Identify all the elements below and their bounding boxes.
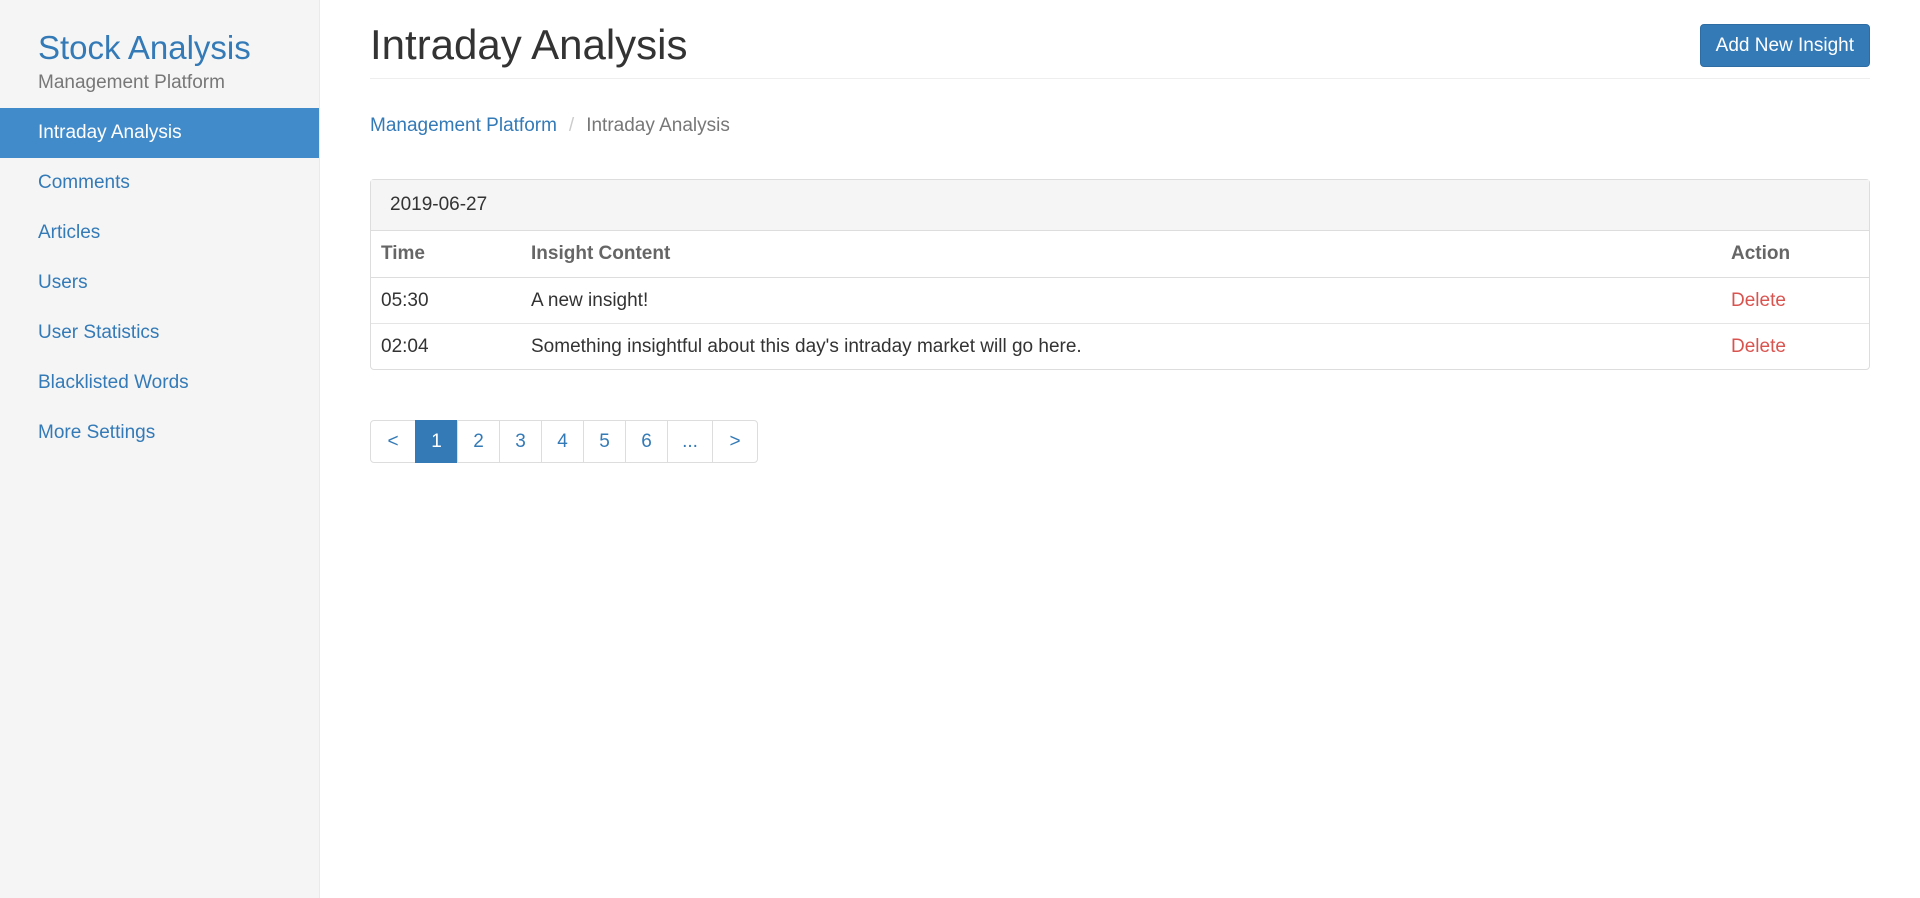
page-title: Intraday Analysis [370, 21, 688, 68]
pagination-page-4[interactable]: 4 [541, 420, 584, 463]
pagination-page-6[interactable]: 6 [625, 420, 668, 463]
cell-time: 05:30 [381, 289, 429, 311]
sidebar-item-articles[interactable]: Articles [0, 208, 319, 258]
sidebar-nav: Intraday Analysis Comments Articles User… [0, 108, 319, 458]
cell-action: Delete [1721, 278, 1869, 324]
pagination-next-button[interactable]: > [712, 420, 758, 463]
cell-insight-content: Something insightful about this day's in… [521, 323, 1721, 369]
sidebar-item-more-settings[interactable]: More Settings [0, 408, 319, 458]
sidebar-item-comments[interactable]: Comments [0, 158, 319, 208]
delete-link[interactable]: Delete [1731, 336, 1786, 357]
sidebar-item-users[interactable]: Users [0, 258, 319, 308]
sidebar: Stock Analysis Management Platform Intra… [0, 0, 320, 898]
cell-action: Delete [1721, 323, 1869, 369]
add-new-insight-button[interactable]: Add New Insight [1699, 24, 1870, 67]
main-content: Intraday Analysis Add New Insight Manage… [370, 0, 1870, 463]
pagination-prev-button[interactable]: < [370, 420, 416, 463]
page-header: Intraday Analysis Add New Insight [370, 0, 1870, 79]
column-header-time: Time [371, 231, 521, 278]
column-header-insight-content: Insight Content [521, 231, 1721, 278]
brand-title[interactable]: Stock Analysis [38, 28, 319, 68]
breadcrumb-current: Intraday Analysis [586, 115, 730, 136]
breadcrumb: Management Platform / Intraday Analysis [370, 113, 1870, 139]
pagination: < 1 2 3 4 5 6 ... > [370, 420, 1870, 463]
sidebar-item-blacklisted-words[interactable]: Blacklisted Words [0, 358, 319, 408]
column-header-action: Action [1721, 231, 1869, 278]
pagination-page-2[interactable]: 2 [457, 420, 500, 463]
table-row: 02:04 Something insightful about this da… [371, 323, 1869, 369]
delete-link[interactable]: Delete [1731, 290, 1786, 311]
brand-subtitle: Management Platform [38, 72, 225, 93]
brand: Stock Analysis Management Platform [0, 0, 319, 108]
panel-date-heading: 2019-06-27 [371, 180, 1869, 231]
cell-insight-content: A new insight! [531, 289, 649, 311]
breadcrumb-separator: / [568, 115, 575, 136]
insights-table: Time Insight Content Action 05:30 A new … [371, 231, 1869, 369]
breadcrumb-parent-link[interactable]: Management Platform [370, 115, 557, 136]
pagination-page-5[interactable]: 5 [583, 420, 626, 463]
pagination-ellipsis[interactable]: ... [667, 420, 713, 463]
table-header-row: Time Insight Content Action [371, 231, 1869, 278]
table-row: 05:30 A new insight! Delete [371, 278, 1869, 324]
pagination-page-3[interactable]: 3 [499, 420, 542, 463]
cell-time: 02:04 [371, 323, 521, 369]
insights-panel: 2019-06-27 Time Insight Content Action 0… [370, 179, 1870, 370]
sidebar-item-user-statistics[interactable]: User Statistics [0, 308, 319, 358]
sidebar-item-intraday-analysis[interactable]: Intraday Analysis [0, 108, 319, 158]
pagination-page-1[interactable]: 1 [415, 420, 458, 463]
